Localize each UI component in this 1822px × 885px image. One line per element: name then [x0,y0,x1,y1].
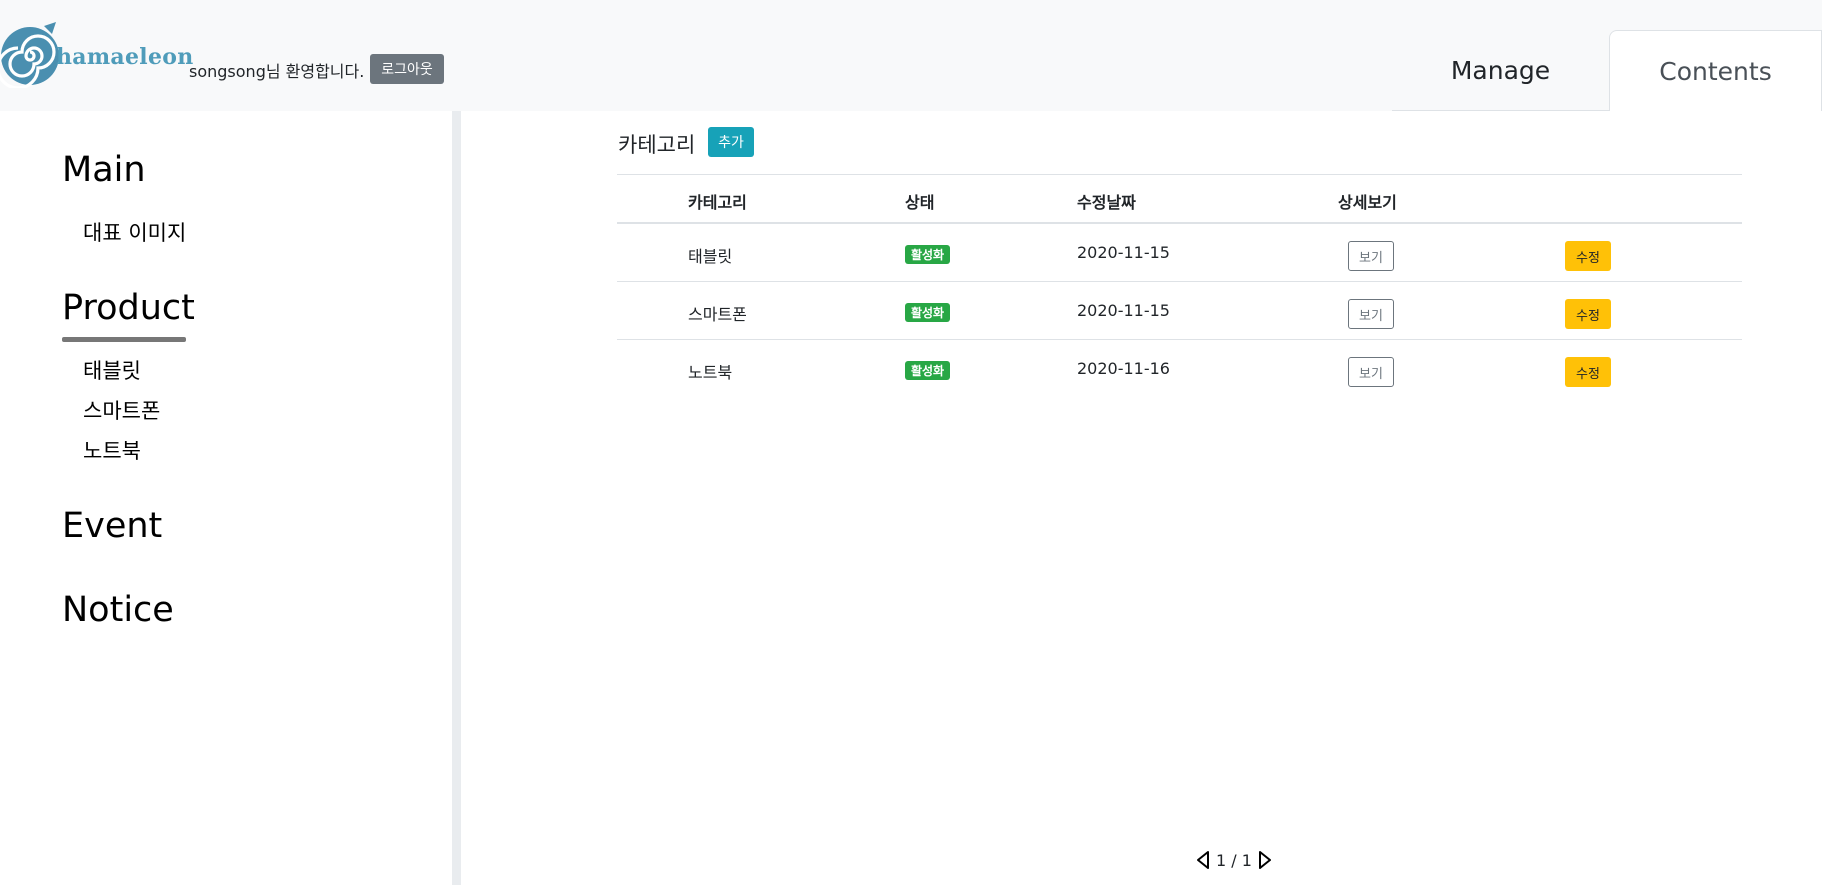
logo-text: hamaeleon [56,44,194,70]
sidebar-section-main[interactable]: Main [62,153,146,188]
page-indicator: 1 / 1 [1216,850,1252,870]
sidebar-divider [452,111,461,885]
header-category: 카테고리 [688,193,747,212]
table-header-border [617,222,1742,224]
logout-button[interactable]: 로그아웃 [370,54,444,84]
tab-manage[interactable]: Manage [1392,30,1609,111]
header-date: 수정날짜 [1077,193,1136,212]
edit-button[interactable]: 수정 [1565,241,1611,271]
header: hamaeleon songsong님 환영합니다. 로그아웃 Manage C… [0,0,1822,111]
sidebar-item-main-image[interactable]: 대표 이미지 [83,223,186,244]
active-section-underline [62,337,186,342]
view-button[interactable]: 보기 [1348,241,1394,271]
chevron-right-icon[interactable] [1258,850,1272,870]
welcome-message: songsong님 환영합니다. [189,62,365,81]
sidebar-section-notice[interactable]: Notice [62,593,174,628]
sidebar-item-notebook[interactable]: 노트북 [83,441,141,462]
cell-category: 태블릿 [688,247,733,266]
status-badge: 활성화 [905,361,950,380]
chevron-left-icon[interactable] [1196,850,1210,870]
page-title: 카테고리 [618,133,696,157]
sidebar [0,111,452,885]
logo[interactable]: hamaeleon [0,20,193,90]
edit-button[interactable]: 수정 [1565,357,1611,387]
row-divider [617,339,1742,340]
cell-category: 노트북 [688,363,733,382]
cell-category: 스마트폰 [688,305,747,324]
pagination: 1 / 1 [1196,850,1272,870]
logo-spiral-icon [0,22,59,88]
table-top-border [617,174,1742,175]
row-divider [617,281,1742,282]
edit-button[interactable]: 수정 [1565,299,1611,329]
header-status: 상태 [905,193,935,212]
cell-date: 2020-11-15 [1077,301,1170,320]
sidebar-item-smartphone[interactable]: 스마트폰 [83,401,160,422]
add-button[interactable]: 추가 [708,127,754,157]
sidebar-item-tablet[interactable]: 태블릿 [83,361,141,382]
tab-contents[interactable]: Contents [1609,30,1822,111]
status-badge: 활성화 [905,245,950,264]
view-button[interactable]: 보기 [1348,357,1394,387]
status-badge: 활성화 [905,303,950,322]
view-button[interactable]: 보기 [1348,299,1394,329]
header-detail: 상세보기 [1338,193,1397,212]
sidebar-section-event[interactable]: Event [62,509,162,544]
cell-date: 2020-11-16 [1077,359,1170,378]
cell-date: 2020-11-15 [1077,243,1170,262]
sidebar-section-product[interactable]: Product [62,291,195,326]
